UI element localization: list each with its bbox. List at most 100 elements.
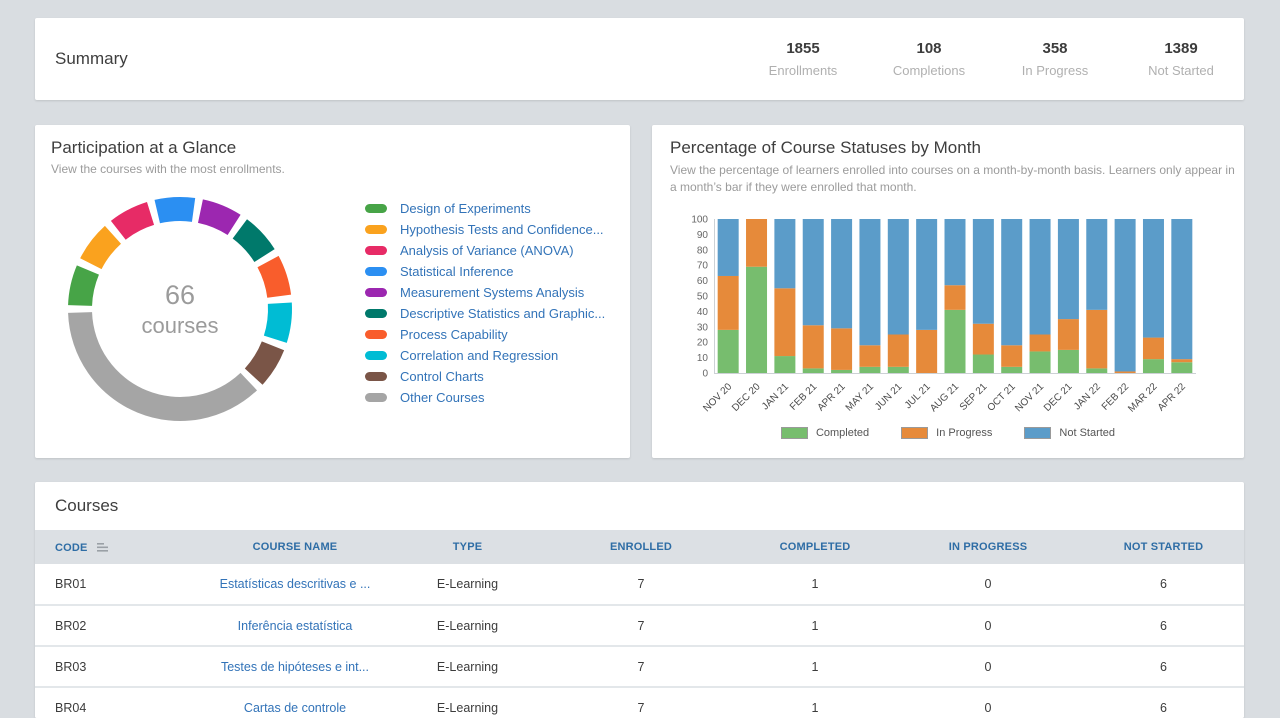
y-axis-tick: 0: [702, 369, 708, 380]
stat-label: Enrollments: [740, 63, 866, 78]
bar-segment: [859, 219, 880, 345]
column-header-in-progress[interactable]: IN PROGRESS: [893, 530, 1083, 564]
legend-label: Control Charts: [400, 369, 484, 384]
x-axis-tick: DEC 20: [730, 381, 763, 414]
course-completed: 1: [737, 687, 893, 718]
column-header-not-started[interactable]: NOT STARTED: [1083, 530, 1244, 564]
column-header-label: CODE: [55, 542, 88, 554]
column-header-label: TYPE: [453, 541, 483, 553]
x-axis-tick: DEC 21: [1042, 381, 1075, 414]
y-axis-tick: 80: [697, 245, 709, 256]
course-completed: 1: [737, 564, 893, 605]
course-code: BR04: [35, 687, 200, 718]
table-row: BR03Testes de hipóteses e int...E-Learni…: [35, 646, 1244, 687]
legend-item[interactable]: Descriptive Statistics and Graphic...: [365, 303, 605, 324]
course-name-link[interactable]: Estatísticas descritivas e ...: [200, 564, 390, 605]
x-axis-tick: JAN 21: [760, 381, 791, 412]
donut-slice: [264, 302, 292, 342]
course-name-link[interactable]: Cartas de controle: [200, 687, 390, 718]
summary-stat: 358In Progress: [992, 40, 1118, 78]
stat-value: 1389: [1118, 40, 1244, 57]
bar-segment: [1171, 359, 1192, 362]
legend-label: Statistical Inference: [400, 264, 513, 279]
course-not-started: 6: [1083, 605, 1244, 646]
bar-segment: [746, 267, 767, 373]
y-axis-tick: 100: [691, 215, 708, 226]
table-row: BR02Inferência estatísticaE-Learning7106: [35, 605, 1244, 646]
y-axis-tick: 90: [697, 230, 709, 241]
bar-segment: [746, 219, 767, 267]
bar-segment: [718, 330, 739, 373]
legend-item[interactable]: Measurement Systems Analysis: [365, 282, 605, 303]
course-type: E-Learning: [390, 687, 545, 718]
legend-swatch: [365, 225, 387, 234]
legend-swatch: [365, 246, 387, 255]
column-header-code[interactable]: CODE: [35, 530, 200, 564]
legend-swatch: [365, 372, 387, 381]
courses-table-header-row: CODE COURSE NAME TYPE ENROLLED COMPLETEDIN P…: [35, 530, 1244, 564]
donut-slice: [68, 312, 257, 421]
legend-swatch: [1024, 427, 1051, 439]
bar-segment: [718, 219, 739, 276]
bar-segment: [1171, 219, 1192, 359]
legend-label: Measurement Systems Analysis: [400, 285, 584, 300]
bar-segment: [774, 288, 795, 356]
legend-item[interactable]: Control Charts: [365, 366, 605, 387]
x-axis-tick: APR 22: [1156, 381, 1188, 413]
legend-item[interactable]: Design of Experiments: [365, 198, 605, 219]
legend-item[interactable]: Correlation and Regression: [365, 345, 605, 366]
legend-swatch: [365, 267, 387, 276]
stat-label: Completions: [866, 63, 992, 78]
course-enrolled: 7: [545, 605, 737, 646]
statuses-title: Percentage of Course Statuses by Month: [670, 138, 1226, 158]
column-header-course-name[interactable]: COURSE NAME: [200, 530, 390, 564]
legend-label: Process Capability: [400, 327, 508, 342]
summary-stat: 108 Completions: [866, 40, 992, 78]
legend-item: In Progress: [901, 427, 992, 439]
y-axis-tick: 30: [697, 322, 709, 333]
donut-slice: [80, 226, 121, 269]
x-axis-tick: MAR 22: [1126, 381, 1160, 415]
column-header-completed[interactable]: COMPLETED: [737, 530, 893, 564]
legend-item[interactable]: Statistical Inference: [365, 261, 605, 282]
bar-segment: [1115, 371, 1136, 373]
bar-segment: [1001, 219, 1022, 345]
course-code: BR02: [35, 605, 200, 646]
legend-label: Completed: [816, 427, 869, 439]
course-name-link[interactable]: Testes de hipóteses e int...: [200, 646, 390, 687]
sort-icon[interactable]: [96, 541, 109, 552]
column-header-label: ENROLLED: [610, 541, 672, 553]
legend-swatch: [365, 288, 387, 297]
participation-subtitle: View the courses with the most enrollmen…: [51, 162, 614, 176]
stat-value: 108: [866, 40, 992, 57]
bar-segment: [803, 219, 824, 325]
legend-item: Not Started: [1024, 427, 1115, 439]
donut-slice: [111, 202, 154, 240]
stat-value: 1855: [740, 40, 866, 57]
bar-segment: [803, 368, 824, 373]
y-axis-tick: 10: [697, 353, 709, 364]
legend-item[interactable]: Other Courses: [365, 387, 605, 408]
column-header-enrolled[interactable]: ENROLLED: [545, 530, 737, 564]
bar-segment: [888, 219, 909, 335]
bar-segment: [973, 355, 994, 373]
course-type: E-Learning: [390, 605, 545, 646]
legend-item[interactable]: Analysis of Variance (ANOVA): [365, 240, 605, 261]
legend-item[interactable]: Process Capability: [365, 324, 605, 345]
legend-swatch: [365, 393, 387, 402]
column-header-type[interactable]: TYPE: [390, 530, 545, 564]
course-in-progress: 0: [893, 605, 1083, 646]
participation-legend: Design of ExperimentsHypothesis Tests an…: [365, 198, 605, 408]
bar-segment: [945, 310, 966, 373]
legend-label: Descriptive Statistics and Graphic...: [400, 306, 605, 321]
stat-value: 358: [992, 40, 1118, 57]
bar-segment: [1058, 219, 1079, 319]
table-row: BR01Estatísticas descritivas e ...E-Lear…: [35, 564, 1244, 605]
course-name-link[interactable]: Inferência estatística: [200, 605, 390, 646]
course-enrolled: 7: [545, 564, 737, 605]
legend-item[interactable]: Hypothesis Tests and Confidence...: [365, 219, 605, 240]
x-axis-tick: JAN 22: [1072, 381, 1103, 412]
bar-segment: [973, 219, 994, 324]
legend-swatch: [365, 204, 387, 213]
column-header-label: NOT STARTED: [1124, 541, 1204, 553]
